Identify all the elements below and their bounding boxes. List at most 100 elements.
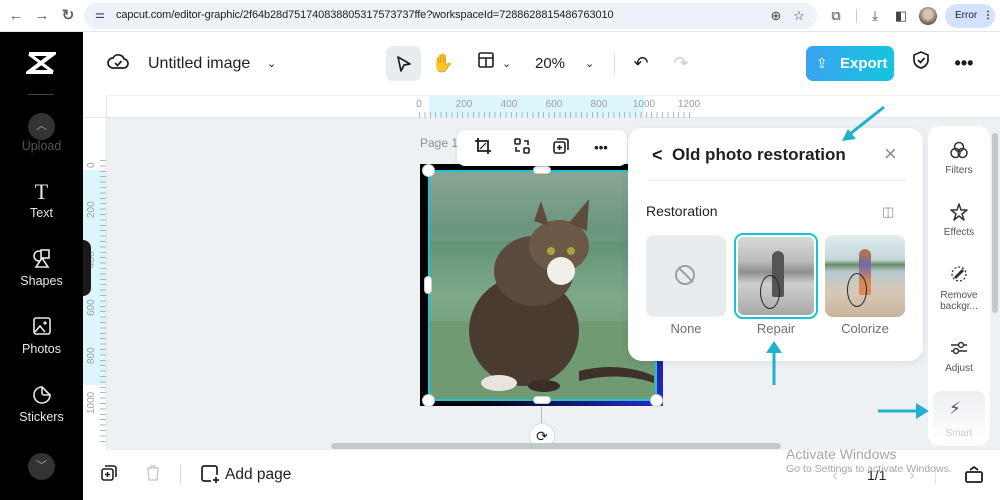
sidebar-item-upload[interactable]: Upload <box>0 139 83 153</box>
replace-icon[interactable] <box>511 137 533 159</box>
vertical-scrollbar[interactable] <box>992 133 998 313</box>
document-title[interactable]: Untitled image <box>148 55 250 73</box>
panel-divider <box>648 180 906 181</box>
tool-adjust[interactable]: Adjust <box>928 338 990 374</box>
editor-topbar: Untitled image ⌄ ✋ ⌄ 20% ⌄ ↶ ↷ ⇪ Export … <box>83 32 1000 95</box>
ruler-tick: 1000 <box>86 391 97 414</box>
tool-label: Remove backgr... <box>940 290 978 312</box>
restoration-option-repair[interactable] <box>734 233 818 319</box>
layout-chevron-down-icon[interactable]: ⌄ <box>502 57 511 70</box>
ruler-horizontal: 0 200 400 600 800 1000 1200 <box>107 95 1000 118</box>
selection-border <box>428 170 657 401</box>
address-bar[interactable]: ⚌ capcut.com/editor-graphic/2f64b28d7517… <box>84 3 817 29</box>
toolbar-divider <box>614 54 615 74</box>
close-icon[interactable]: × <box>884 142 897 166</box>
resize-handle-bottom[interactable] <box>533 396 551 404</box>
tool-effects[interactable]: Effects <box>928 202 990 238</box>
effects-icon <box>928 202 990 224</box>
zoom-chevron-down-icon[interactable]: ⌄ <box>585 57 594 70</box>
reload-icon[interactable]: ↻ <box>58 6 78 26</box>
extensions-icon[interactable]: ⧉ <box>827 7 845 25</box>
sidebar-item-shapes[interactable]: Shapes <box>0 248 83 288</box>
sidebar-item-label: Shapes <box>20 274 63 288</box>
sidebar-item-photos[interactable]: Photos <box>0 316 83 356</box>
hand-tool-icon[interactable]: ✋ <box>430 50 456 76</box>
delete-page-icon[interactable] <box>142 464 164 486</box>
horizontal-scrollbar[interactable] <box>331 443 781 449</box>
tool-filters[interactable]: Filters <box>928 140 990 176</box>
url-text: capcut.com/editor-graphic/2f64b28d751740… <box>116 9 614 21</box>
cloud-saved-icon[interactable] <box>107 52 129 72</box>
restoration-option-none[interactable] <box>646 235 726 317</box>
page-label: Page 1 <box>420 136 459 150</box>
site-settings-icon[interactable]: ⚌ <box>95 8 105 21</box>
shield-check-icon[interactable] <box>908 50 934 76</box>
title-chevron-down-icon[interactable]: ⌄ <box>267 57 276 70</box>
forward-icon[interactable]: → <box>32 6 52 26</box>
stickers-icon <box>0 384 83 408</box>
redo-icon[interactable]: ↷ <box>668 50 694 76</box>
sidebar-divider <box>28 94 54 95</box>
zoom-level[interactable]: 20% <box>535 55 565 72</box>
sidebar: ︿ Upload T Text Shapes Photos Stickers ﹀ <box>0 32 83 500</box>
section-label: Restoration <box>646 203 718 219</box>
old-photo-restoration-panel: < Old photo restoration × Restoration ◫ … <box>628 128 923 361</box>
browser-chrome: ← → ↻ ⚌ capcut.com/editor-graphic/2f64b2… <box>0 0 1000 32</box>
sidebar-item-label: Stickers <box>19 410 64 424</box>
option-label: Colorize <box>841 321 889 336</box>
crop-icon[interactable] <box>472 137 494 159</box>
back-icon[interactable]: ← <box>6 6 26 26</box>
ruler-tick: 0 <box>416 99 422 110</box>
zoom-icon[interactable]: ⊕ <box>767 7 785 25</box>
sidebar-collapse-handle[interactable] <box>83 240 91 296</box>
tool-label: Filters <box>945 165 973 176</box>
more-options-icon[interactable]: ••• <box>951 50 977 76</box>
compare-icon[interactable]: ◫ <box>882 204 894 220</box>
tool-remove-background[interactable]: Remove backgr... <box>928 264 990 312</box>
adjust-icon <box>928 338 990 360</box>
more-icon[interactable]: ••• <box>590 137 612 159</box>
add-page-button[interactable]: Add page <box>225 466 291 484</box>
option-label: None <box>670 321 702 336</box>
resize-handle-bottom-right[interactable] <box>650 394 663 407</box>
back-chevron-icon[interactable]: < <box>652 145 663 166</box>
capcut-logo[interactable] <box>23 50 59 76</box>
activate-windows-subtitle: Go to Settings to activate Windows. <box>786 463 952 475</box>
restoration-option-colorize[interactable] <box>825 235 905 317</box>
ban-icon <box>675 265 695 285</box>
scroll-up-button[interactable]: ︿ <box>28 113 55 140</box>
bookmark-star-icon[interactable]: ☆ <box>790 7 808 25</box>
sidebar-item-stickers[interactable]: Stickers <box>0 384 83 424</box>
hoop <box>760 275 780 309</box>
tool-label: Adjust <box>945 363 973 374</box>
duplicate-page-icon[interactable] <box>98 464 120 486</box>
floating-toolbar: ••• <box>457 130 627 166</box>
resize-handle-left[interactable] <box>424 276 432 294</box>
resize-handle-bottom-left[interactable] <box>422 394 435 407</box>
add-page-icon[interactable] <box>199 464 221 486</box>
resize-handle-top[interactable] <box>533 166 551 174</box>
remove-background-icon <box>928 264 990 286</box>
ruler-marks <box>100 160 106 442</box>
scroll-down-button[interactable]: ﹀ <box>28 453 55 480</box>
select-tool-button[interactable] <box>386 46 421 81</box>
profile-avatar[interactable] <box>919 7 937 25</box>
option-label: Repair <box>756 321 796 336</box>
ruler-tick: 1000 <box>632 99 656 110</box>
export-label: Export <box>840 55 888 72</box>
expand-pages-icon[interactable] <box>963 464 985 486</box>
tool-smart[interactable]: ⚡︎ Smart <box>933 391 985 443</box>
smart-tools-icon: ⚡︎ <box>949 399 961 418</box>
profile-error-button[interactable]: Error ⋮ <box>945 4 995 28</box>
layout-icon[interactable] <box>473 50 499 76</box>
sidebar-item-text[interactable]: T Text <box>0 180 83 221</box>
undo-icon[interactable]: ↶ <box>628 50 654 76</box>
resize-handle-top-left[interactable] <box>422 164 435 177</box>
ruler-tick: 800 <box>86 347 97 364</box>
export-button[interactable]: ⇪ Export <box>806 46 894 81</box>
side-panel-icon[interactable]: ◧ <box>892 7 910 25</box>
download-icon[interactable]: ⤓ <box>866 7 884 25</box>
sidebar-item-label: Upload <box>21 139 62 153</box>
panel-title: Old photo restoration <box>672 145 846 164</box>
duplicate-icon[interactable] <box>550 137 572 159</box>
